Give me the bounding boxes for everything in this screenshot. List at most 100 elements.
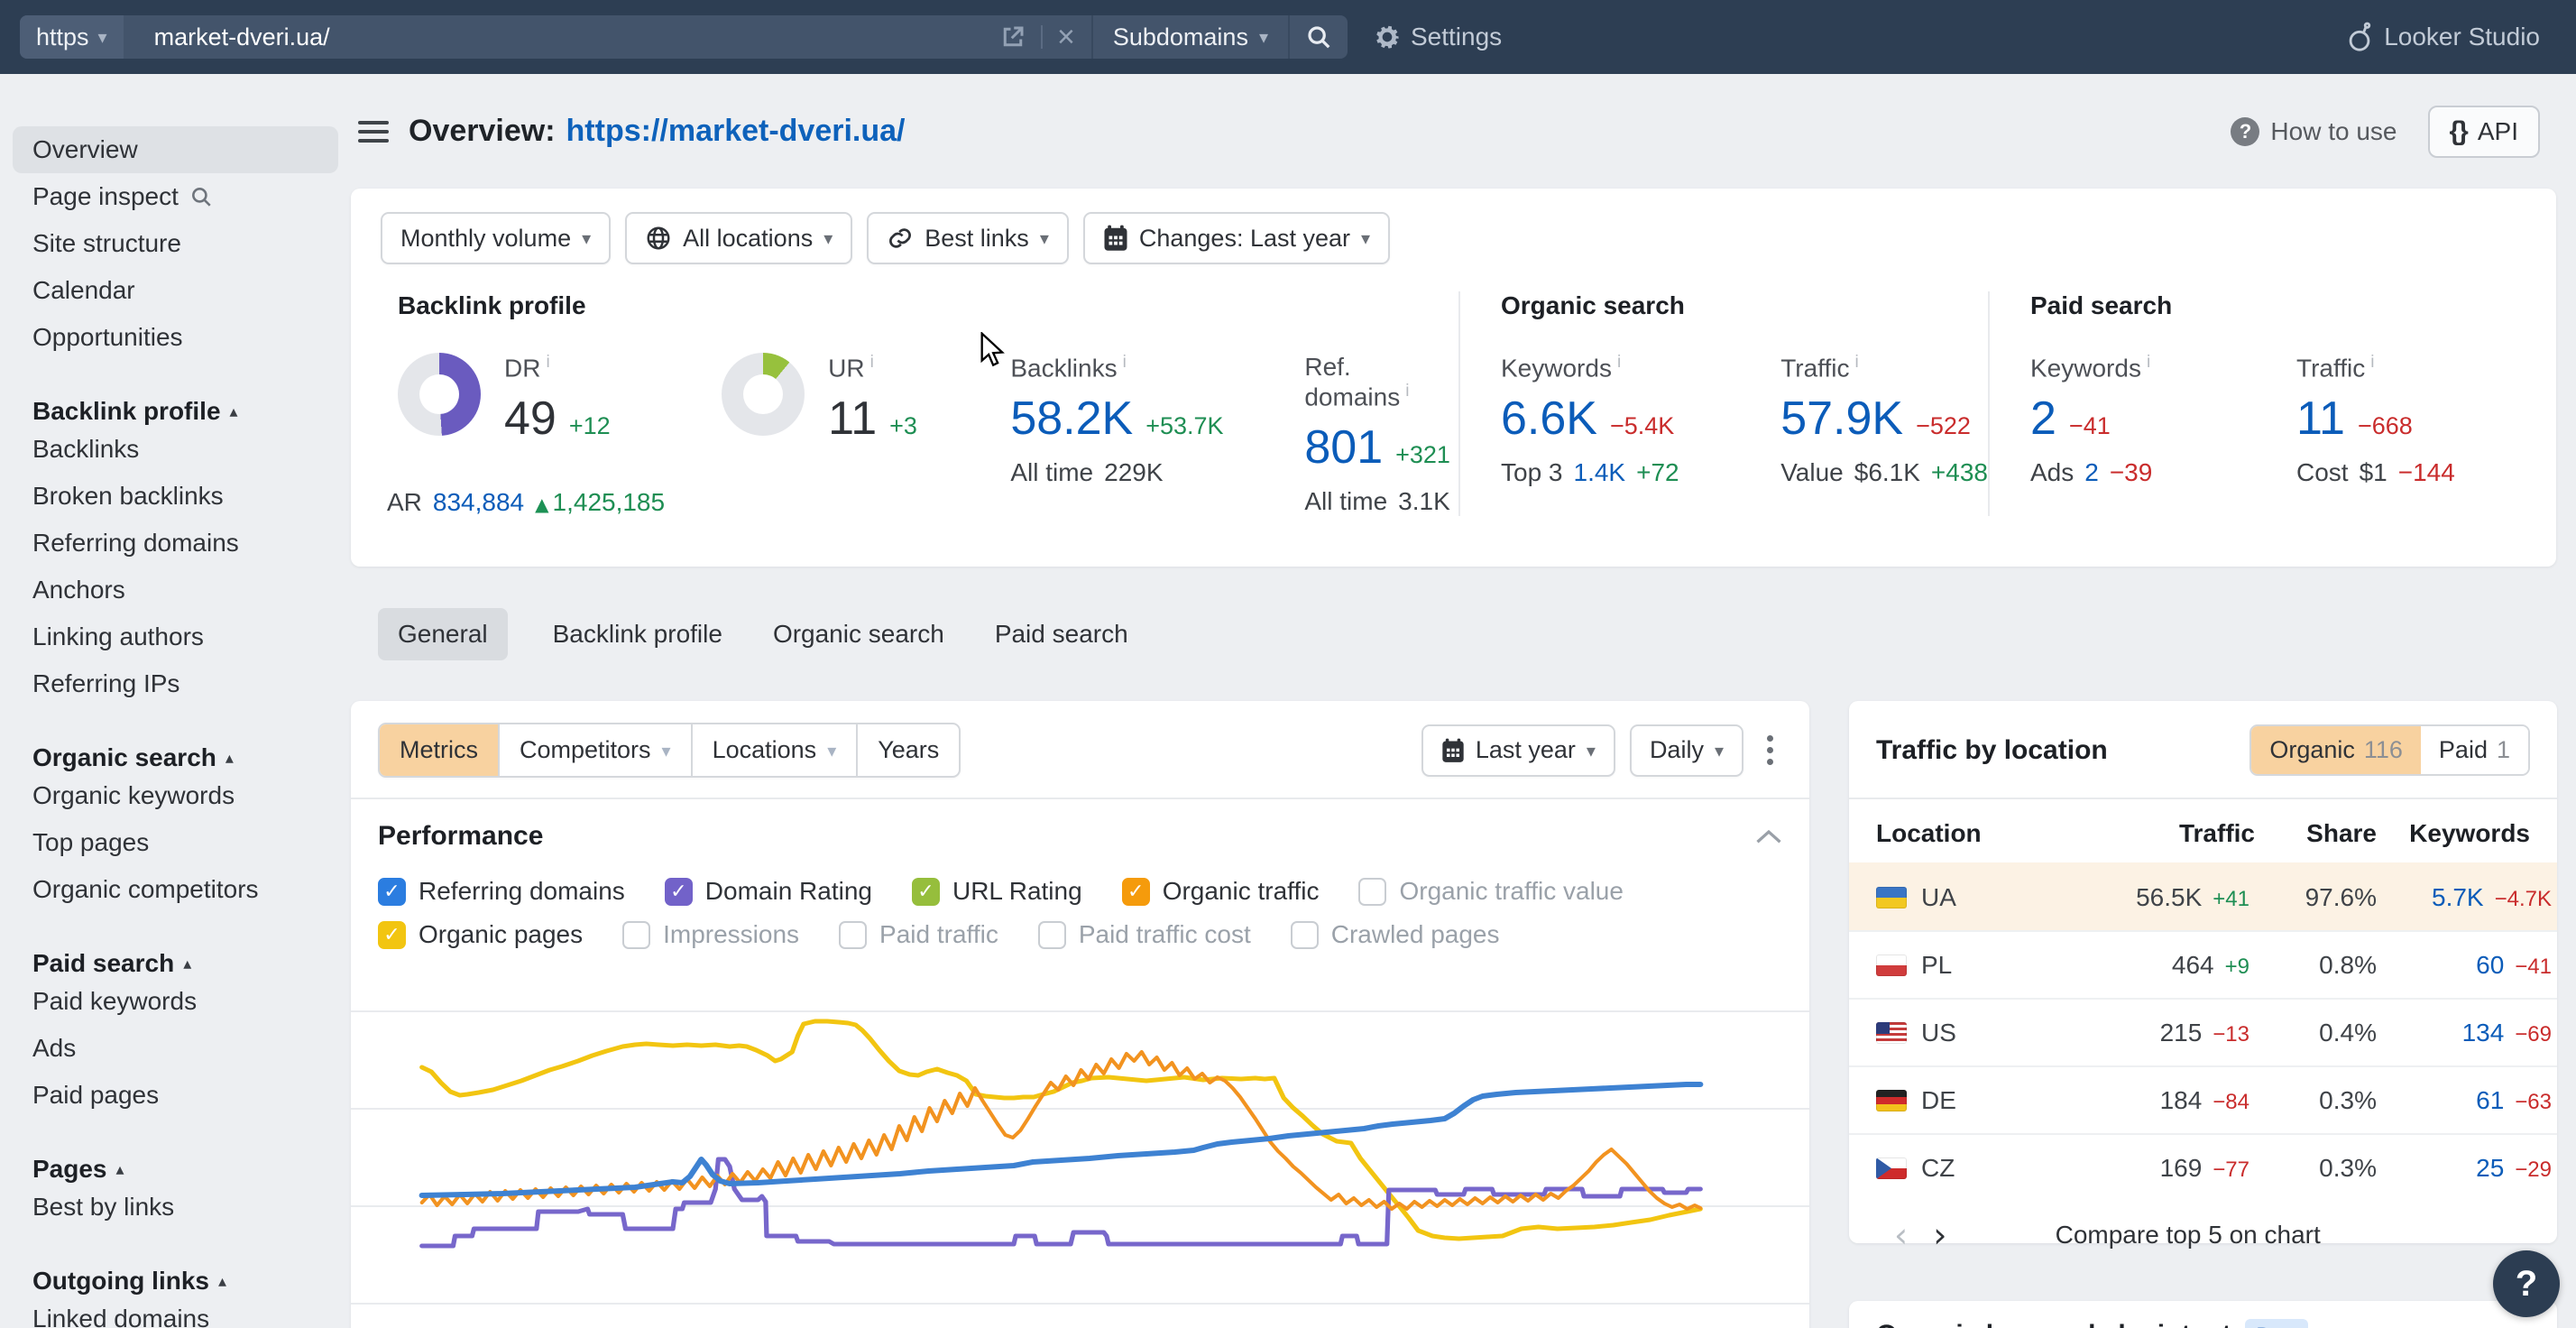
- volume-filter-button[interactable]: Monthly volume▾: [381, 212, 611, 264]
- checkbox-organic-pages[interactable]: ✓Organic pages: [378, 920, 583, 949]
- checkbox-crawled-pages[interactable]: ✓Crawled pages: [1291, 920, 1500, 949]
- changes-filter-button[interactable]: Changes: Last year▾: [1083, 212, 1390, 264]
- sidebar-item-linked-domains[interactable]: Linked domains: [0, 1296, 351, 1328]
- sidebar-item-referring-ips[interactable]: Referring IPs: [0, 660, 351, 707]
- how-to-use-button[interactable]: ? How to use: [2231, 117, 2397, 146]
- mode-select[interactable]: Subdomains ▾: [1091, 15, 1288, 59]
- table-row-pl[interactable]: PL 464+9 0.8% 60−41: [1849, 931, 2557, 999]
- sidebar-item-top-pages[interactable]: Top pages: [0, 819, 351, 866]
- info-icon[interactable]: i: [1405, 382, 1409, 401]
- api-button[interactable]: {} API: [2428, 106, 2541, 158]
- toggle-organic[interactable]: Organic116: [2251, 726, 2421, 774]
- backlinks-value[interactable]: 58.2K: [1010, 392, 1133, 446]
- tab-organic-search[interactable]: Organic search: [768, 608, 950, 660]
- tab-backlink-profile[interactable]: Backlink profile: [547, 608, 728, 660]
- table-row-us[interactable]: US 215−13 0.4% 134−69: [1849, 999, 2557, 1066]
- organic-keywords-value[interactable]: 6.6K: [1501, 392, 1597, 446]
- sidebar-section-organic-search[interactable]: Organic search▴: [0, 743, 351, 772]
- sidebar-section-outgoing-links[interactable]: Outgoing links▴: [0, 1267, 351, 1296]
- sidebar-item-referring-domains[interactable]: Referring domains: [0, 520, 351, 567]
- toggle-paid[interactable]: Paid1: [2421, 726, 2528, 774]
- clear-icon[interactable]: ×: [1057, 22, 1075, 52]
- compare-top5-link[interactable]: Compare top 5 on chart: [1959, 1221, 2416, 1250]
- ua-flag-icon: [1876, 887, 1907, 908]
- segment-years[interactable]: Years: [858, 724, 959, 776]
- search-button[interactable]: [1288, 15, 1348, 59]
- collapse-chevron-icon[interactable]: [1755, 827, 1782, 845]
- help-button[interactable]: ?: [2493, 1250, 2560, 1317]
- sidebar-item-organic-keywords[interactable]: Organic keywords: [0, 772, 351, 819]
- info-icon[interactable]: i: [1123, 353, 1127, 372]
- sidebar-item-linking-authors[interactable]: Linking authors: [0, 613, 351, 660]
- sidebar-section-backlink-profile[interactable]: Backlink profile▴: [0, 397, 351, 426]
- checkbox-impressions[interactable]: ✓Impressions: [622, 920, 799, 949]
- organic-traffic-value[interactable]: 57.9K: [1780, 392, 1903, 446]
- sidebar-item-paid-pages[interactable]: Paid pages: [0, 1072, 351, 1119]
- sidebar-item-backlinks[interactable]: Backlinks: [0, 426, 351, 473]
- sidebar-item-ads[interactable]: Ads: [0, 1025, 351, 1072]
- links-filter-button[interactable]: Best links▾: [867, 212, 1069, 264]
- sidebar-section-paid-search[interactable]: Paid search▴: [0, 949, 351, 978]
- sidebar-item-paid-keywords[interactable]: Paid keywords: [0, 978, 351, 1025]
- checkbox-paid-traffic[interactable]: ✓Paid traffic: [839, 920, 998, 949]
- info-icon[interactable]: i: [1854, 353, 1858, 372]
- sidebar-item-best-by-links[interactable]: Best by links: [0, 1184, 351, 1231]
- info-icon[interactable]: i: [2147, 353, 2150, 372]
- info-icon[interactable]: i: [546, 353, 549, 372]
- beta-badge: Beta: [2245, 1319, 2307, 1328]
- sidebar-item-calendar[interactable]: Calendar: [0, 267, 351, 314]
- looker-studio-button[interactable]: Looker Studio: [2346, 22, 2540, 52]
- external-link-icon[interactable]: [999, 23, 1026, 51]
- paid-traffic-value[interactable]: 11: [2296, 392, 2345, 446]
- settings-button[interactable]: Settings: [1373, 23, 1502, 51]
- target-url-link[interactable]: https://market-dveri.ua/: [566, 114, 906, 149]
- info-icon[interactable]: i: [870, 353, 874, 372]
- ref-domains-value[interactable]: 801: [1304, 420, 1383, 475]
- performance-chart[interactable]: [351, 982, 1809, 1317]
- organic-search-group: Organic search Keywordsi 6.6K−5.4K Top 3…: [1458, 291, 1988, 516]
- more-options-icon[interactable]: [1758, 730, 1782, 770]
- sidebar-item-overview[interactable]: Overview: [13, 126, 338, 173]
- target-url-value: market-dveri.ua/: [154, 23, 330, 51]
- sidebar-item-broken-backlinks[interactable]: Broken backlinks: [0, 473, 351, 520]
- prev-page-icon[interactable]: ‹: [1881, 1218, 1920, 1252]
- segment-competitors[interactable]: Competitors▾: [500, 724, 693, 776]
- locations-filter-button[interactable]: All locations▾: [625, 212, 852, 264]
- table-row-cz[interactable]: CZ 169−77 0.3% 25−29: [1849, 1134, 2557, 1202]
- segment-locations[interactable]: Locations▾: [693, 724, 859, 776]
- col-share[interactable]: Share: [2255, 799, 2377, 863]
- info-icon[interactable]: i: [2370, 353, 2374, 372]
- sidebar-item-opportunities[interactable]: Opportunities: [0, 314, 351, 361]
- segment-metrics[interactable]: Metrics: [380, 724, 500, 776]
- sidebar-item-organic-competitors[interactable]: Organic competitors: [0, 866, 351, 913]
- next-page-icon[interactable]: ›: [1920, 1218, 1959, 1252]
- col-traffic[interactable]: Traffic: [2061, 799, 2255, 863]
- tab-general[interactable]: General: [378, 608, 508, 660]
- ar-value[interactable]: 834,884: [433, 488, 524, 517]
- table-row-ua[interactable]: UA 56.5K+41 97.6% 5.7K−4.7K: [1849, 863, 2557, 931]
- menu-icon[interactable]: [358, 121, 389, 143]
- checkbox-url-rating[interactable]: ✓URL Rating: [912, 877, 1082, 906]
- col-keywords[interactable]: Keywords: [2377, 799, 2557, 863]
- checkbox-organic-traffic-value[interactable]: ✓Organic traffic value: [1358, 877, 1624, 906]
- sidebar-item-site-structure[interactable]: Site structure: [0, 220, 351, 267]
- tab-paid-search[interactable]: Paid search: [989, 608, 1134, 660]
- sidebar-item-anchors[interactable]: Anchors: [0, 567, 351, 613]
- table-row-de[interactable]: DE 184−84 0.3% 61−63: [1849, 1066, 2557, 1134]
- checkbox-organic-traffic[interactable]: ✓Organic traffic: [1122, 877, 1320, 906]
- granularity-button[interactable]: Daily▾: [1630, 724, 1743, 777]
- target-url-input[interactable]: market-dveri.ua/ ×: [124, 15, 1091, 59]
- granularity-label: Daily: [1650, 736, 1704, 764]
- organic-paid-toggle: Organic116 Paid1: [2249, 724, 2530, 776]
- sidebar-item-label: Site structure: [32, 229, 181, 258]
- paid-keywords-value[interactable]: 2: [2030, 392, 2056, 446]
- date-range-button[interactable]: Last year▾: [1421, 724, 1615, 777]
- checkbox-domain-rating[interactable]: ✓Domain Rating: [665, 877, 872, 906]
- col-location[interactable]: Location: [1849, 799, 2061, 863]
- checkbox-paid-traffic-cost[interactable]: ✓Paid traffic cost: [1038, 920, 1251, 949]
- protocol-select[interactable]: https ▾: [20, 15, 124, 59]
- info-icon[interactable]: i: [1617, 353, 1621, 372]
- sidebar-section-pages[interactable]: Pages▴: [0, 1155, 351, 1184]
- sidebar-item-page-inspect[interactable]: Page inspect: [0, 173, 351, 220]
- checkbox-referring-domains[interactable]: ✓Referring domains: [378, 877, 625, 906]
